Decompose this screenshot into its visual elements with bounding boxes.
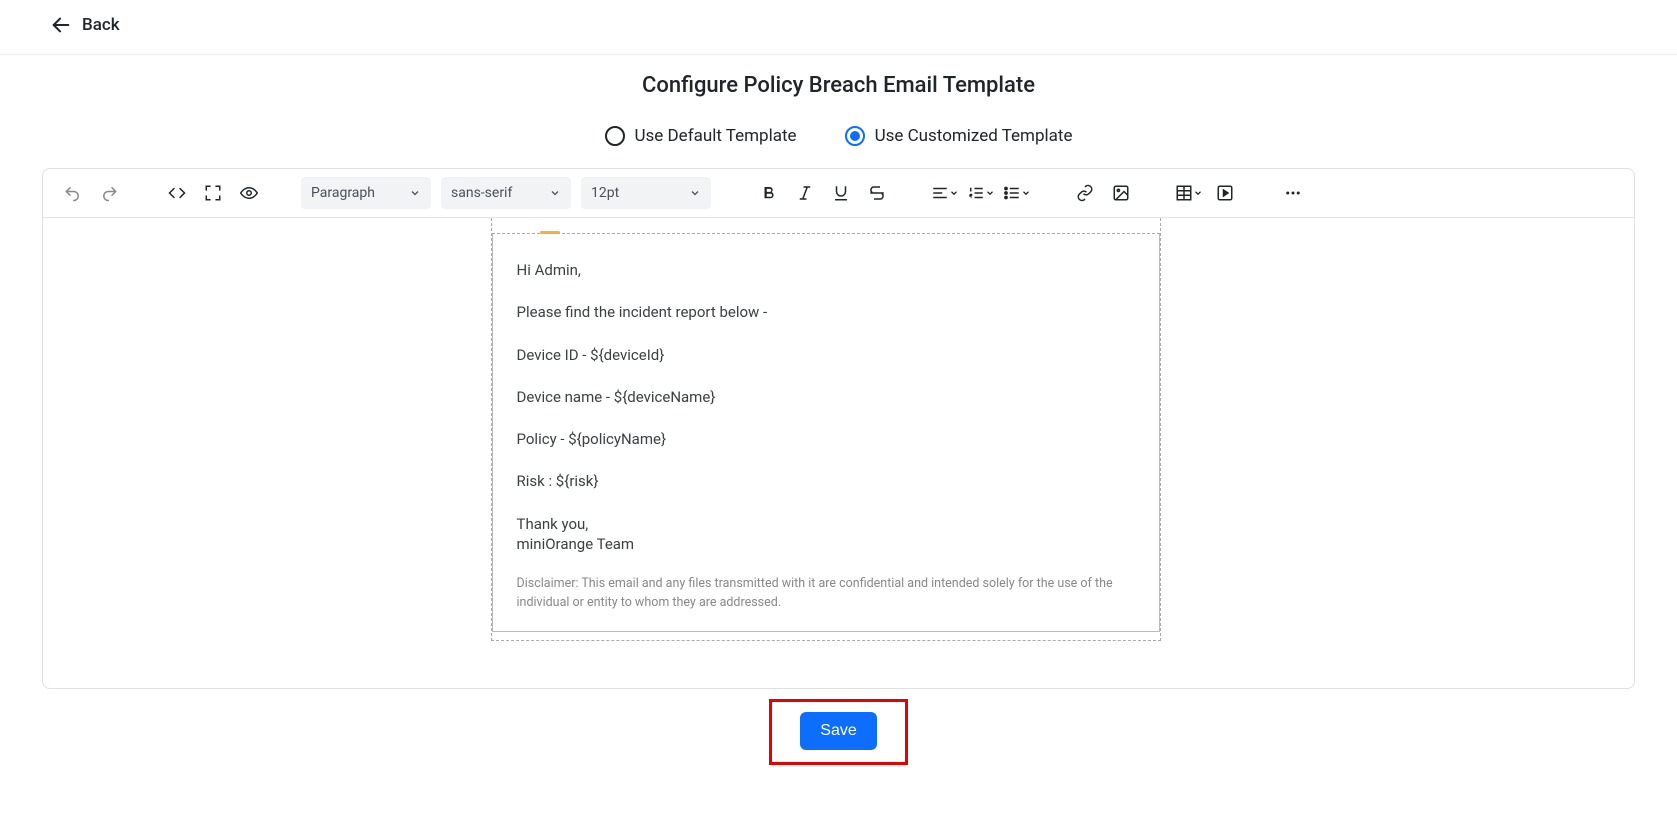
back-button[interactable]: Back [50, 14, 120, 36]
font-family-value: sans-serif [451, 185, 512, 201]
chevron-down-icon [985, 188, 995, 198]
bold-button[interactable] [753, 177, 785, 209]
bold-icon [760, 184, 778, 202]
align-left-icon [931, 184, 949, 202]
rich-text-editor: Paragraph sans-serif 12pt [42, 168, 1635, 689]
email-closing-team: miniOrange Team [517, 534, 1135, 554]
eye-icon [240, 184, 258, 202]
font-size-value: 12pt [591, 185, 619, 201]
table-icon [1175, 184, 1193, 202]
save-button[interactable]: Save [800, 712, 876, 750]
image-button[interactable] [1105, 177, 1137, 209]
bullet-list-icon [1003, 184, 1021, 202]
more-button[interactable] [1277, 177, 1309, 209]
fullscreen-icon [204, 184, 222, 202]
redo-button[interactable] [93, 177, 125, 209]
image-icon [1112, 184, 1130, 202]
email-field-device-id: Device ID - ${deviceId} [517, 345, 1135, 365]
email-template-preview: Hi Admin, Please find the incident repor… [491, 218, 1161, 641]
email-intro: Please find the incident report below - [517, 302, 1135, 322]
numbered-list-dropdown[interactable] [965, 177, 997, 209]
strikethrough-icon [868, 184, 886, 202]
media-button[interactable] [1209, 177, 1241, 209]
radio-label: Use Default Template [635, 126, 797, 146]
chevron-down-icon [409, 187, 421, 199]
undo-icon [64, 184, 82, 202]
chevron-down-icon [949, 188, 959, 198]
underline-button[interactable] [825, 177, 857, 209]
page-title: Configure Policy Breach Email Template [0, 73, 1677, 98]
chevron-down-icon [689, 187, 701, 199]
chevron-down-icon [1021, 188, 1031, 198]
radio-indicator [605, 126, 625, 146]
radio-customized-template[interactable]: Use Customized Template [845, 126, 1073, 146]
editor-toolbar: Paragraph sans-serif 12pt [43, 169, 1634, 218]
link-button[interactable] [1069, 177, 1101, 209]
email-closing-thanks: Thank you, [517, 514, 1135, 534]
underline-icon [832, 184, 850, 202]
chevron-down-icon [1193, 188, 1203, 198]
save-highlight-frame: Save [769, 699, 907, 765]
source-code-button[interactable] [161, 177, 193, 209]
block-format-value: Paragraph [311, 185, 375, 201]
radio-label: Use Customized Template [875, 126, 1073, 146]
email-disclaimer: Disclaimer: This email and any files tra… [517, 574, 1135, 613]
email-field-risk: Risk : ${risk} [517, 471, 1135, 491]
back-label: Back [82, 15, 120, 35]
bullet-list-dropdown[interactable] [1001, 177, 1033, 209]
email-header-strip [492, 218, 1160, 234]
strikethrough-button[interactable] [861, 177, 893, 209]
fullscreen-button[interactable] [197, 177, 229, 209]
radio-indicator-selected [845, 126, 865, 146]
table-dropdown[interactable] [1173, 177, 1205, 209]
font-size-select[interactable]: 12pt [581, 177, 711, 209]
link-icon [1076, 184, 1094, 202]
ellipsis-icon [1284, 184, 1302, 202]
font-family-select[interactable]: sans-serif [441, 177, 571, 209]
arrow-left-icon [50, 14, 72, 36]
preview-button[interactable] [233, 177, 265, 209]
email-field-policy: Policy - ${policyName} [517, 429, 1135, 449]
email-greeting: Hi Admin, [517, 260, 1135, 280]
ordered-list-icon [967, 184, 985, 202]
code-icon [168, 184, 186, 202]
italic-button[interactable] [789, 177, 821, 209]
editor-content-area[interactable]: Hi Admin, Please find the incident repor… [43, 218, 1634, 688]
italic-icon [796, 184, 814, 202]
media-icon [1216, 184, 1234, 202]
chevron-down-icon [549, 187, 561, 199]
radio-default-template[interactable]: Use Default Template [605, 126, 797, 146]
email-body[interactable]: Hi Admin, Please find the incident repor… [492, 234, 1160, 632]
redo-icon [100, 184, 118, 202]
email-field-device-name: Device name - ${deviceName} [517, 387, 1135, 407]
undo-button[interactable] [57, 177, 89, 209]
align-dropdown[interactable] [929, 177, 961, 209]
block-format-select[interactable]: Paragraph [301, 177, 431, 209]
